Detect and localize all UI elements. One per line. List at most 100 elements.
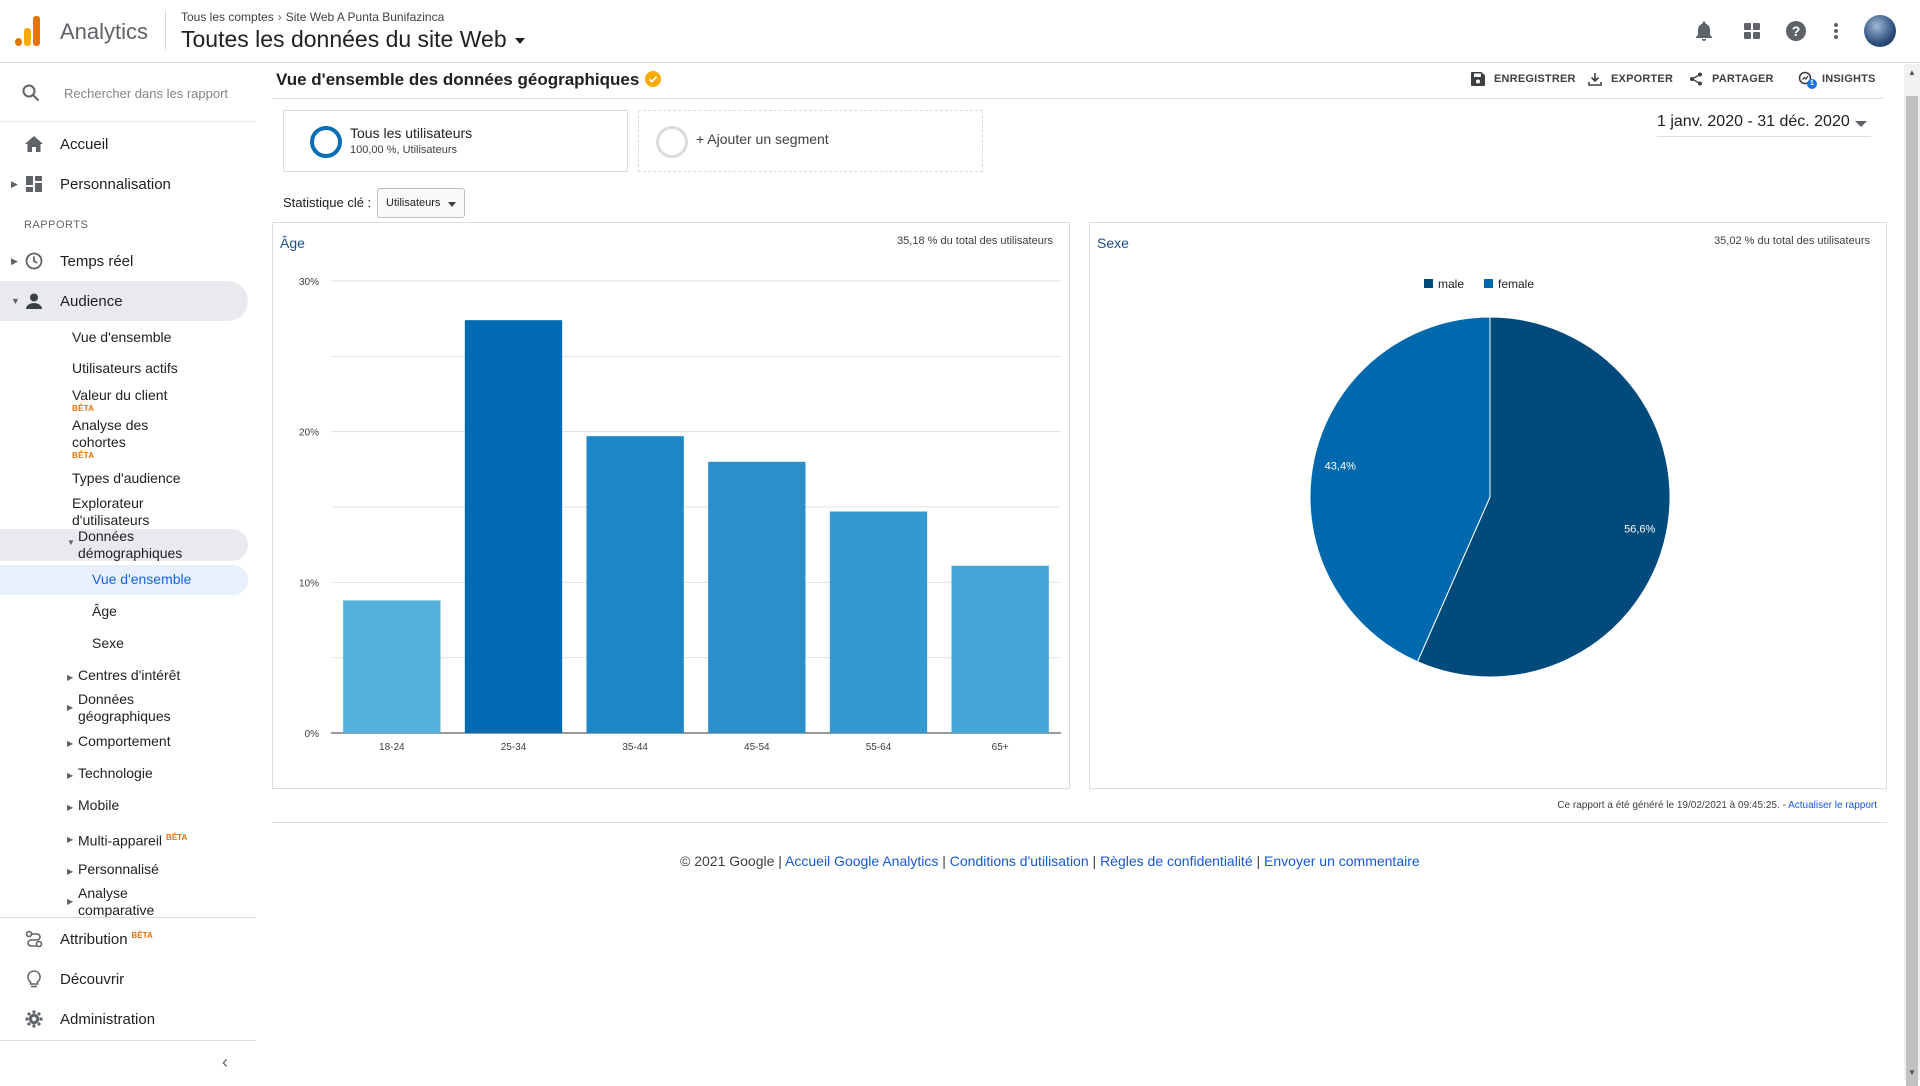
- dashboard-icon: [24, 174, 44, 194]
- sidebar-item-ltv[interactable]: Valeur du client BÊTA: [72, 387, 167, 417]
- scrollbar-thumb[interactable]: [1906, 96, 1918, 1086]
- breadcrumb-account[interactable]: Tous les comptes: [181, 10, 274, 24]
- clock-icon: [24, 251, 44, 271]
- segment-ring-icon: [656, 126, 688, 158]
- save-icon: [1470, 71, 1486, 87]
- refresh-report-link[interactable]: Actualiser le rapport: [1788, 800, 1877, 811]
- apps-grid-icon[interactable]: [1739, 18, 1765, 44]
- add-segment-button[interactable]: + Ajouter un segment: [638, 110, 983, 172]
- scroll-down-icon[interactable]: ▼: [1908, 1068, 1916, 1077]
- bar-35-44: [586, 436, 684, 733]
- home-icon: [24, 134, 44, 154]
- export-label: EXPORTER: [1611, 73, 1674, 85]
- sidebar-item-user-explorer[interactable]: Explorateur d'utilisateurs: [72, 495, 149, 529]
- sidebar-item-label: Audience: [60, 292, 123, 310]
- notifications-icon[interactable]: [1691, 18, 1717, 44]
- separator: |: [1252, 853, 1265, 869]
- generated-text: Ce rapport a été généré le 19/02/2021 à …: [1557, 800, 1789, 811]
- footer-link-privacy[interactable]: Règles de confidentialité: [1100, 853, 1253, 869]
- attribution-icon: [24, 929, 44, 949]
- search-input[interactable]: Rechercher dans les rapport: [64, 86, 228, 101]
- y-tick-label: 20%: [299, 428, 319, 439]
- sidebar-item-label: Données: [78, 528, 135, 544]
- collapse-sidebar-icon[interactable]: ‹: [222, 1052, 228, 1073]
- insights-count-badge: 1: [1807, 79, 1817, 89]
- sidebar-item-custom[interactable]: ▶ Personnalisé: [67, 861, 159, 878]
- date-range-picker[interactable]: 1 janv. 2020 - 31 déc. 2020: [1657, 113, 1871, 137]
- separator: |: [1088, 853, 1101, 869]
- sidebar-item-interests[interactable]: ▶ Centres d'intérêt: [67, 667, 181, 684]
- chevron-right-icon: ▶: [67, 867, 74, 876]
- footer-link-feedback[interactable]: Envoyer un commentaire: [1264, 853, 1420, 869]
- breadcrumb-property[interactable]: Site Web A Punta Bunifazinca: [286, 10, 445, 24]
- sidebar-item-demo-overview[interactable]: Vue d'ensemble: [92, 571, 191, 588]
- sidebar-search[interactable]: Rechercher dans les rapport: [0, 64, 256, 122]
- legend-label: male: [1438, 277, 1464, 291]
- analytics-logo[interactable]: [15, 16, 41, 46]
- sidebar-item-active-users[interactable]: Utilisateurs actifs: [72, 360, 178, 377]
- chevron-down-icon: ▼: [11, 296, 20, 306]
- more-vert-icon[interactable]: [1823, 18, 1849, 44]
- share-icon: [1688, 71, 1704, 87]
- sidebar-item-label: Analyse des: [72, 417, 149, 433]
- insights-button[interactable]: 1 INSIGHTS: [1798, 71, 1876, 89]
- sidebar-item-demo-age[interactable]: Âge: [92, 603, 117, 620]
- divider: [272, 822, 1887, 823]
- report-title-text: Vue d'ensemble des données géographiques: [276, 70, 640, 89]
- divider: [272, 98, 1884, 99]
- view-selector[interactable]: Toutes les données du site Web: [181, 26, 525, 53]
- avatar[interactable]: [1864, 15, 1896, 47]
- sidebar-item-mobile[interactable]: ▶ Mobile: [67, 797, 120, 814]
- sidebar-item-label: Multi-appareil: [78, 832, 163, 849]
- sidebar-item-geo[interactable]: ▶ Données géographiques: [67, 691, 171, 725]
- chevron-down-icon: ▼: [67, 538, 75, 547]
- share-label: PARTAGER: [1712, 73, 1774, 85]
- share-button[interactable]: PARTAGER: [1688, 71, 1774, 87]
- scroll-up-icon[interactable]: ▲: [1908, 68, 1916, 77]
- sidebar-item-behavior[interactable]: ▶ Comportement: [67, 733, 171, 750]
- sidebar-item-audience-overview[interactable]: Vue d'ensemble: [72, 329, 171, 346]
- key-stat-label: Statistique clé :: [283, 195, 372, 210]
- sidebar-item-benchmark[interactable]: ▶ Analyse comparative: [67, 885, 154, 919]
- top-bar: Analytics Tous les comptes › Site Web A Pu…: [0, 0, 1920, 63]
- report-title: Vue d'ensemble des données géographiques: [276, 70, 662, 90]
- chevron-right-icon: ▶: [67, 703, 74, 712]
- add-segment-label: + Ajouter un segment: [696, 131, 829, 147]
- sidebar-item-label: Mobile: [78, 797, 120, 813]
- x-tick-label: 45-54: [744, 742, 770, 753]
- sidebar-item-demographics[interactable]: ▼ Données démographiques: [67, 528, 182, 562]
- bar-45-54: [708, 461, 806, 733]
- gender-pie-chart: 56,6% 43,4% male female: [1309, 277, 1671, 678]
- sidebar-item-label: Centres d'intérêt: [78, 667, 181, 683]
- breadcrumb[interactable]: Tous les comptes › Site Web A Punta Bunifa…: [181, 10, 444, 24]
- bar-55-64: [829, 511, 928, 733]
- sidebar-item-label: Découvrir: [60, 970, 125, 988]
- footer-link-home[interactable]: Accueil Google Analytics: [785, 853, 938, 869]
- footer-link-terms[interactable]: Conditions d'utilisation: [950, 853, 1089, 869]
- chevron-right-icon: ▶: [67, 771, 74, 780]
- segment-subtitle: 100,00 %, Utilisateurs: [350, 144, 457, 156]
- segment-all-users[interactable]: Tous les utilisateurs 100,00 %, Utilisat…: [283, 110, 628, 172]
- save-button[interactable]: ENREGISTRER: [1470, 71, 1576, 87]
- y-tick-label: 0%: [305, 729, 320, 740]
- beta-badge: BÊTA: [166, 833, 188, 842]
- sidebar-item-technology[interactable]: ▶ Technologie: [67, 765, 153, 782]
- sidebar-item-cohort[interactable]: Analyse des cohortes BÊTA: [72, 417, 148, 464]
- sidebar-item-label: Temps réel: [60, 252, 134, 270]
- segment-title: Tous les utilisateurs: [350, 125, 473, 141]
- age-panel: Âge 35,18 % du total des utilisateurs 0%…: [272, 222, 1070, 789]
- chevron-right-icon: ▶: [67, 835, 74, 844]
- sidebar-item-demo-gender[interactable]: Sexe: [92, 635, 124, 652]
- scrollbar[interactable]: ▲ ▼: [1904, 64, 1920, 1086]
- sidebar-item-label: Comportement: [78, 733, 171, 749]
- help-icon[interactable]: ?: [1783, 18, 1809, 44]
- x-tick-label: 35-44: [622, 742, 648, 753]
- legend-swatch: [1424, 279, 1433, 288]
- key-stat-select[interactable]: Utilisateurs: [377, 188, 465, 218]
- sidebar-item-audiences[interactable]: Types d'audience: [72, 470, 181, 487]
- download-icon: [1587, 71, 1603, 87]
- sidebar-item-cross-device[interactable]: ▶ Multi-appareil BÊTA: [67, 829, 188, 850]
- insights-label: INSIGHTS: [1822, 73, 1876, 85]
- export-button[interactable]: EXPORTER: [1587, 71, 1673, 87]
- chevron-right-icon: ▶: [67, 897, 74, 906]
